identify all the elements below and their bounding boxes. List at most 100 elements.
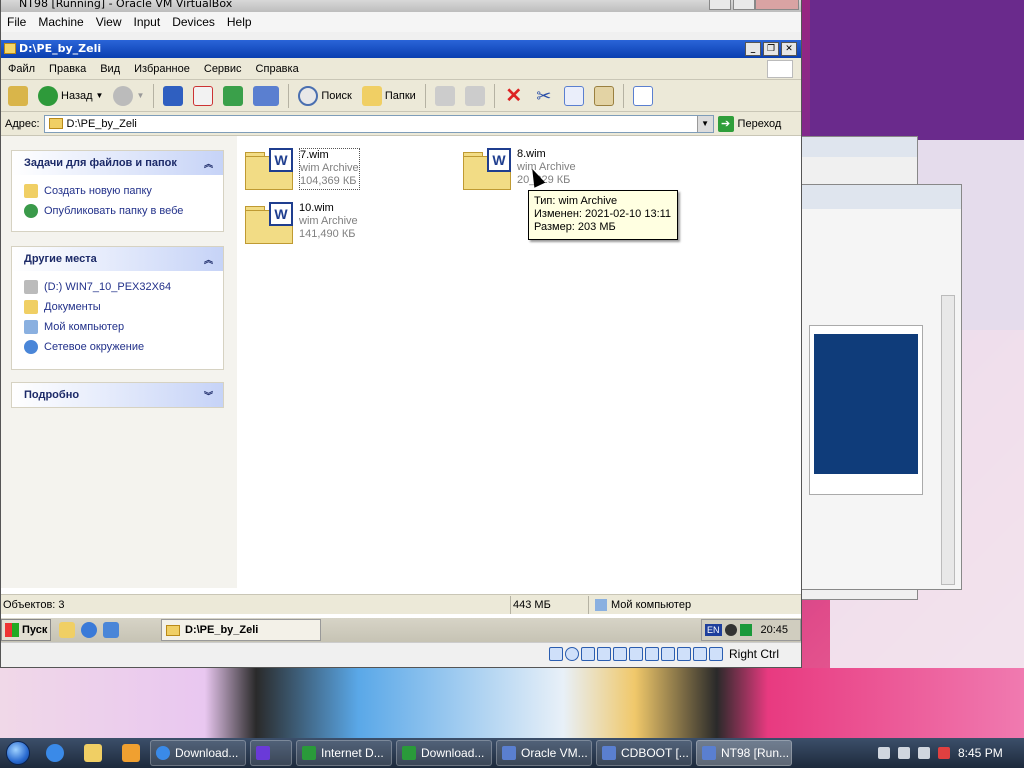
volume-muted-icon[interactable] xyxy=(938,747,950,759)
internet-explorer-icon[interactable] xyxy=(81,622,97,638)
places-panel-header[interactable]: Другие места ︽ xyxy=(12,247,223,271)
task-new-folder-label: Создать новую папку xyxy=(44,185,152,197)
place-network[interactable]: Сетевое окружение xyxy=(24,337,215,357)
menu-file[interactable]: File xyxy=(1,15,32,29)
pinned-ie[interactable] xyxy=(36,739,74,767)
guest-screen[interactable]: D:\PE_by_Zeli _ ❐ ✕ Файл Правка Вид Избр… xyxy=(1,40,801,642)
menu-file-ru[interactable]: Файл xyxy=(1,63,42,75)
address-input[interactable]: D:\PE_by_Zeli ▼ xyxy=(43,114,714,133)
maximize-button[interactable] xyxy=(733,0,755,10)
tray-icon[interactable] xyxy=(724,624,737,636)
menu-input[interactable]: Input xyxy=(128,15,167,29)
menu-favorites-ru[interactable]: Избранное xyxy=(127,63,197,75)
menu-tools-ru[interactable]: Сервис xyxy=(197,63,249,75)
cut-button[interactable]: ✂ xyxy=(531,83,557,109)
copy-to-button[interactable] xyxy=(462,83,488,109)
start-orb-button[interactable] xyxy=(0,738,36,768)
menu-view-ru[interactable]: Вид xyxy=(93,63,127,75)
usb-icon[interactable] xyxy=(612,646,627,661)
start-label: Пуск xyxy=(22,624,48,636)
file-item[interactable]: W 10.wim wim Archive 141,490 КБ xyxy=(245,202,358,244)
display-icon[interactable] xyxy=(644,646,659,661)
audio-icon[interactable] xyxy=(580,646,595,661)
taskbar-button-internet-download[interactable]: Internet D... xyxy=(296,740,392,766)
menu-machine[interactable]: Machine xyxy=(32,15,89,29)
explorer-minimize-button[interactable]: _ xyxy=(745,42,761,56)
taskbar-button-nt98[interactable]: NT98 [Run... xyxy=(696,740,792,766)
tray-icon[interactable] xyxy=(739,624,752,636)
place-my-computer[interactable]: Мой компьютер xyxy=(24,317,215,337)
taskbar-explorer-button[interactable]: D:\PE_by_Zeli xyxy=(161,619,321,641)
back-arrow-icon xyxy=(38,85,58,106)
shared-folders-icon[interactable] xyxy=(628,646,643,661)
details-panel-title: Подробно xyxy=(24,389,80,401)
windows7-taskbar: Download... Internet D... Download... Or… xyxy=(0,738,1024,768)
flag-icon[interactable] xyxy=(918,747,930,759)
menu-help[interactable]: Help xyxy=(221,15,258,29)
tasks-panel-header[interactable]: Задачи для файлов и папок ︽ xyxy=(12,151,223,175)
back-button[interactable]: Назад ▼ xyxy=(35,83,106,109)
taskbar-button-oracle-vm[interactable]: Oracle VM... xyxy=(496,740,592,766)
delete-button[interactable]: ✕ xyxy=(501,83,527,109)
place-drive-d[interactable]: (D:) WIN7_10_PEX32X64 xyxy=(24,277,215,297)
network-icon[interactable] xyxy=(898,747,910,759)
copy-button[interactable] xyxy=(561,83,587,109)
address-dropdown-icon[interactable]: ▼ xyxy=(696,115,713,132)
folders-button[interactable]: Папки xyxy=(359,83,419,109)
taskbar-button-app[interactable] xyxy=(250,740,292,766)
start-button[interactable]: Пуск xyxy=(1,619,51,641)
search-button[interactable]: Поиск xyxy=(295,83,354,109)
hard-disk-icon[interactable] xyxy=(548,646,563,661)
show-desktop-icon[interactable] xyxy=(59,622,75,638)
chevron-down-icon[interactable]: ▼ xyxy=(136,91,144,100)
cpu-icon[interactable] xyxy=(676,646,691,661)
paste-button[interactable] xyxy=(591,83,617,109)
optical-drive-icon[interactable] xyxy=(564,646,579,661)
language-indicator[interactable]: EN xyxy=(705,624,722,636)
properties-button[interactable] xyxy=(630,83,656,109)
internet-explorer-icon xyxy=(46,744,64,762)
chevron-down-icon[interactable]: ▼ xyxy=(96,91,104,100)
taskbar-button-download-2[interactable]: Download... xyxy=(396,740,492,766)
recording-icon[interactable] xyxy=(660,646,675,661)
collapse-icon[interactable]: ︽ xyxy=(204,157,213,170)
pinned-explorer[interactable] xyxy=(74,739,112,767)
menu-help-ru[interactable]: Справка xyxy=(249,63,306,75)
system-clock[interactable]: 8:45 PM xyxy=(958,746,1003,760)
mouse-integration-icon[interactable] xyxy=(692,646,707,661)
undo-button[interactable] xyxy=(160,83,186,109)
stop-button[interactable] xyxy=(190,83,216,109)
minimize-button[interactable] xyxy=(709,0,731,10)
forward-button[interactable]: ▼ xyxy=(110,83,147,109)
virtualbox-icon xyxy=(502,746,516,760)
explorer-restore-button[interactable]: ❐ xyxy=(763,42,779,56)
folder-icon xyxy=(84,744,102,762)
task-new-folder[interactable]: Создать новую папку xyxy=(24,181,215,201)
menu-view[interactable]: View xyxy=(90,15,128,29)
up-button[interactable] xyxy=(5,83,31,109)
expand-icon[interactable]: ︾ xyxy=(204,389,213,402)
tray-arrow-icon[interactable] xyxy=(878,747,890,759)
refresh-button[interactable] xyxy=(220,83,246,109)
close-button[interactable] xyxy=(755,0,799,10)
collapse-icon[interactable]: ︽ xyxy=(204,253,213,266)
place-documents[interactable]: Документы xyxy=(24,297,215,317)
outlook-express-icon[interactable] xyxy=(103,622,119,638)
file-item[interactable]: W 7.wim wim Archive 104,369 КБ xyxy=(245,148,360,190)
menu-devices[interactable]: Devices xyxy=(166,15,221,29)
details-panel-header[interactable]: Подробно ︾ xyxy=(12,383,223,407)
move-to-button[interactable] xyxy=(432,83,458,109)
taskbar-button-download-1[interactable]: Download... xyxy=(150,740,246,766)
file-item[interactable]: W 8.wim wim Archive 20_329 КБ xyxy=(463,148,576,190)
views-button[interactable] xyxy=(250,83,282,109)
go-button[interactable]: ➔ Переход xyxy=(717,115,781,132)
menu-edit-ru[interactable]: Правка xyxy=(42,63,93,75)
task-publish-web[interactable]: Опубликовать папку в вебе xyxy=(24,201,215,221)
pinned-media-player[interactable] xyxy=(112,739,150,767)
taskbar-button-cdboot[interactable]: CDBOOT [... xyxy=(596,740,692,766)
keyboard-icon[interactable] xyxy=(708,646,723,661)
virtualbox-statusbar: Right Ctrl xyxy=(1,642,801,664)
explorer-close-button[interactable]: ✕ xyxy=(781,42,797,56)
network-icon[interactable] xyxy=(596,646,611,661)
folder-icon xyxy=(48,118,63,129)
